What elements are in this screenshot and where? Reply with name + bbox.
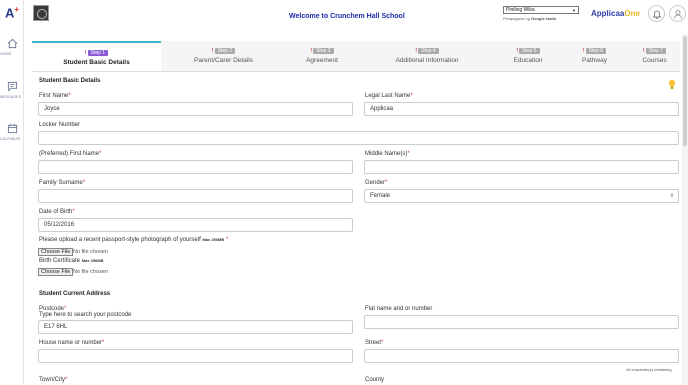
school-crest-logo: [33, 5, 49, 21]
flat-name-input[interactable]: [364, 315, 679, 329]
middle-name-input[interactable]: [364, 160, 679, 174]
first-name-label: First Name*: [39, 93, 71, 99]
bell-icon: [652, 10, 662, 19]
google-translate-credit: Pinapagana ng Google Isalin: [503, 16, 557, 21]
street-label: Street*: [365, 340, 384, 346]
dob-input[interactable]: 05/12/2016: [38, 218, 353, 232]
county-label: County: [365, 377, 385, 383]
postcode-hint: Type here to search your postcode: [39, 312, 132, 318]
photo-file-status: No file chosen: [73, 249, 108, 255]
warning-icon: !: [310, 48, 313, 54]
user-menu-button[interactable]: [669, 5, 686, 22]
chevron-updown-icon: ⇕: [669, 193, 674, 199]
message-icon: [7, 81, 17, 92]
user-icon: [674, 10, 682, 19]
photo-choose-file-button[interactable]: Choose File: [38, 248, 74, 256]
warning-icon: !: [642, 48, 645, 54]
first-name-input[interactable]: Joyce: [38, 102, 353, 116]
birth-cert-label: Birth Certificate Max 250MB: [39, 258, 104, 264]
warning-icon: !: [415, 48, 418, 54]
dob-label: Date of Birth*: [39, 209, 75, 215]
preferred-name-label: (Preferred) First Name*: [39, 151, 102, 157]
legal-last-name-input[interactable]: Applicaa: [364, 102, 679, 116]
flat-name-label: Flat name and or number: [365, 306, 433, 312]
tab-step-4[interactable]: ! Step 4 Additional Information: [358, 41, 496, 71]
section-title-basic: Student Basic Details: [39, 78, 101, 84]
form-content: Student Basic Details First Name* Joyce …: [32, 72, 680, 385]
house-name-input[interactable]: [38, 349, 353, 363]
step-tabs: ! Step 1 Student Basic Details ! Step 2 Pa…: [32, 41, 680, 72]
photo-upload-label: Please upload a recent passport-style ph…: [39, 237, 229, 243]
language-select[interactable]: Piniling Wika ▼: [503, 6, 579, 14]
scrollbar-thumb[interactable]: [683, 36, 687, 146]
nav-calendar[interactable]: CALENDAR: [0, 123, 24, 141]
side-rail: A+ HOME MESSAGES CALENDAR: [0, 0, 24, 385]
welcome-title: Welcome to Crunchem Hall School: [289, 13, 405, 20]
middle-name-label: Middle Name(s)*: [365, 151, 410, 157]
warning-icon: !: [582, 48, 585, 54]
notifications-button[interactable]: [648, 5, 665, 22]
locker-number-input[interactable]: [38, 131, 679, 145]
tab-step-2[interactable]: ! Step 2 Parent/Carer Details: [161, 41, 286, 71]
page-scrollbar[interactable]: [682, 34, 688, 385]
tab-step-5[interactable]: ! Step 5 Education: [496, 41, 560, 71]
tab-step-7[interactable]: ! Step 7 Courses: [629, 41, 680, 71]
street-input[interactable]: [364, 349, 679, 363]
town-label: Town/City*: [39, 377, 68, 383]
section-title-address: Student Current Address: [39, 291, 111, 297]
family-surname-label: Family Surname*: [39, 180, 86, 186]
legal-last-name-label: Legal Last Name*: [365, 93, 413, 99]
warning-icon: !: [516, 48, 519, 54]
chevron-down-icon: ▼: [572, 8, 576, 13]
house-name-label: House name or number*: [39, 340, 105, 346]
preferred-name-input[interactable]: [38, 160, 353, 174]
warning-icon: !: [84, 50, 87, 56]
tab-step-1[interactable]: ! Step 1 Student Basic Details: [32, 41, 161, 71]
tab-step-6[interactable]: ! Step 6 Pathway: [560, 41, 629, 71]
nav-home[interactable]: HOME: [0, 38, 24, 56]
calendar-icon: [7, 123, 17, 134]
top-bar: Welcome to Crunchem Hall School Piniling…: [24, 0, 688, 33]
family-surname-input[interactable]: [38, 189, 353, 203]
tab-step-3[interactable]: ! Step 3 Agreement: [286, 41, 358, 71]
home-icon: [7, 38, 17, 49]
street-char-counter: 40 character(s) remaining: [626, 367, 672, 372]
postcode-input[interactable]: E17 6HL: [38, 320, 353, 334]
locker-number-label: Locker Number: [39, 122, 81, 128]
app-logo[interactable]: A+: [5, 5, 19, 20]
lightbulb-icon[interactable]: [668, 79, 676, 91]
applicaa-one-logo: ApplicaaOne: [591, 9, 640, 18]
birth-cert-choose-file-button[interactable]: Choose File: [38, 268, 74, 276]
gender-label: Gender*: [365, 180, 388, 186]
warning-icon: !: [211, 48, 214, 54]
birth-cert-file-status: No file chosen: [73, 269, 108, 275]
nav-messages[interactable]: MESSAGES: [0, 81, 24, 99]
gender-select[interactable]: Female ⇕: [364, 189, 679, 203]
